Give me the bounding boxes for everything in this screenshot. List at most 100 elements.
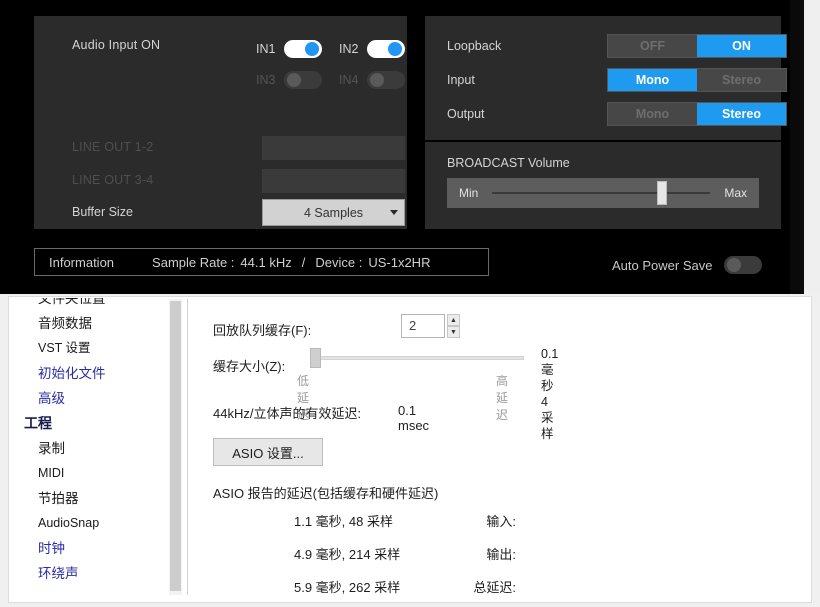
chevron-down-icon[interactable] [386,202,402,223]
sidebar-item-6[interactable]: 录制 [10,436,168,461]
output-mono-button[interactable]: Mono [608,103,697,125]
buffer-size-thumb[interactable] [310,348,321,368]
preferences-content: 回放队列缓存(F): 2 ▲ ▼ 缓存大小(Z): 低延迟 高延迟 0.1 毫秒… [191,298,810,601]
output-stereo-button[interactable]: Stereo [697,103,786,125]
input-toggle-in2[interactable]: IN2 [339,40,405,58]
loopback-off-button[interactable]: OFF [608,35,697,57]
input-output-panel: Audio Input ON IN1 IN2 IN3 IN4 LINE OUT … [34,16,407,229]
sidebar-item-9[interactable]: AudioSnap [10,511,168,536]
sidebar-item-0[interactable]: 文件夹位置 [10,298,168,311]
sidebar-item-8[interactable]: 节拍器 [10,486,168,511]
input-toggle-in1[interactable]: IN1 [256,40,322,58]
input-mono-button[interactable]: Mono [608,69,697,91]
line-out-1-2-label: LINE OUT 1-2 [72,140,154,154]
auto-power-save-row[interactable]: Auto Power Save [612,256,763,274]
audio-input-on-label: Audio Input ON [72,38,161,52]
line-out-3-4-label: LINE OUT 3-4 [72,173,154,187]
broadcast-volume-thumb[interactable] [657,181,668,205]
preferences-sidebar[interactable]: 文件夹位置 音频数据 VST 设置 初始化文件 高级工程录制 MIDI 节拍器 AudioSn… [10,298,168,596]
mixer-right-edge [790,0,804,294]
loopback-on-button[interactable]: ON [697,35,786,57]
asio-report-total-label: 总延迟: [473,580,516,595]
buffer-size-track[interactable] [319,356,524,360]
asio-report-total-value: 5.9 毫秒, 262 采样 [294,580,401,595]
output-mode-label: Output [447,107,485,121]
loopback-row: Loopback OFF ON [447,34,787,60]
asio-report-header: ASIO 报告的延迟(包括缓存和硬件延迟) [213,486,439,501]
asio-report-output-label: 输出: [486,547,516,562]
screenshot-root: Audio Input ON IN1 IN2 IN3 IN4 LINE OUT … [0,0,820,607]
input-mode-segmented-control[interactable]: Mono Stereo [607,68,787,92]
sidebar-item-1[interactable]: 音频数据 [10,311,168,336]
buffer-size-row: 缓存大小(Z): 低延迟 高延迟 0.1 毫秒 4 采样 [213,347,558,441]
buffer-size-value: 4 Samples [303,205,364,220]
device-value: US-1x2HR [368,254,431,270]
input-toggle-in2-switch[interactable] [367,40,405,58]
effective-latency-label: 44kHz/立体声的有效延迟: [213,406,362,421]
information-label: Information [49,254,115,270]
asio-settings-button[interactable]: ASIO 设置... [213,438,323,466]
asio-report-input-value: 1.1 毫秒, 48 采样 [294,514,393,529]
sidebar-item-11[interactable]: 环绕声 [10,561,168,586]
latency-high-label: 高延迟 [496,374,509,422]
buffer-samples-value: 4 采样 [541,395,554,441]
sidebar-item-10[interactable]: 时钟 [10,536,168,561]
input-stereo-button[interactable]: Stereo [697,69,786,91]
buffer-size-select[interactable]: 4 Samples [262,199,405,226]
input-toggle-in1-switch[interactable] [284,40,322,58]
information-bar: Information Sample Rate : 44.1 kHz / Dev… [34,248,489,276]
sample-rate-label: Sample Rate : [152,254,235,270]
sidebar-item-7[interactable]: MIDI [10,461,168,486]
effective-latency-row: 44kHz/立体声的有效延迟: 0.1 msec [213,403,429,433]
broadcast-volume-track[interactable] [492,181,711,205]
buffer-size-label: Buffer Size [72,205,133,219]
sample-rate-value: 44.1 kHz [240,254,292,270]
stepper-up-icon[interactable]: ▲ [447,314,460,326]
sidebar-item-5: 工程 [24,415,52,431]
input-toggle-in3[interactable]: IN3 [256,71,322,89]
preferences-sidebar-list: 文件夹位置 音频数据 VST 设置 初始化文件 高级工程录制 MIDI 节拍器 AudioSn… [10,298,168,586]
routing-panel: Loopback OFF ON Input Mono Stereo Output [425,16,787,140]
effective-latency-value: 0.1 msec [398,403,430,433]
mixer-frame: Audio Input ON IN1 IN2 IN3 IN4 LINE OUT … [12,8,802,290]
sidebar-scrollbar-thumb[interactable] [170,301,181,591]
broadcast-volume-title: BROADCAST Volume [447,156,570,170]
output-mode-segmented-control[interactable]: Mono Stereo [607,102,787,126]
stepper-down-icon[interactable]: ▼ [447,326,460,338]
asio-report-input-label: 输入: [486,514,516,529]
playback-queue-stepper[interactable]: ▲ ▼ [447,314,460,338]
preferences-body: 文件夹位置 音频数据 VST 设置 初始化文件 高级工程录制 MIDI 节拍器 AudioSn… [8,296,812,603]
input-toggle-in3-label: IN3 [256,73,276,87]
playback-queue-row: 回放队列缓存(F): 2 ▲ ▼ [213,314,460,339]
line-out-3-4-meter [262,169,405,193]
buffer-msec-value: 0.1 毫秒 [541,347,559,393]
broadcast-volume-panel: BROADCAST Volume Min Max [425,142,781,229]
input-toggle-in4-switch[interactable] [367,71,405,89]
asio-report-output-value: 4.9 毫秒, 214 采样 [294,547,401,562]
buffer-readout: 0.1 毫秒 4 采样 [541,346,558,442]
sidebar-scrollbar[interactable] [169,299,182,595]
loopback-segmented-control[interactable]: OFF ON [607,34,787,58]
line-out-1-2-meter [262,136,405,160]
auto-power-save-label: Auto Power Save [612,257,713,273]
buffer-size-slider[interactable] [309,348,524,368]
input-toggle-in2-label: IN2 [339,42,359,56]
input-toggle-in4[interactable]: IN4 [339,71,405,89]
playback-queue-input[interactable]: 2 [401,314,445,338]
input-toggle-in3-switch[interactable] [284,71,322,89]
broadcast-min-label: Min [459,186,479,200]
input-toggle-in4-label: IN4 [339,73,359,87]
sidebar-item-4[interactable]: 高级 [10,386,168,411]
input-mode-label: Input [447,73,475,87]
sidebar-item-2[interactable]: VST 设置 [10,336,168,361]
device-label: Device : [315,254,363,270]
page-right-gutter [804,0,820,294]
sidebar-divider [187,299,188,595]
broadcast-volume-slider[interactable]: Min Max [447,178,759,208]
information-separator: / [301,254,306,270]
sidebar-item-3[interactable]: 初始化文件 [10,361,168,386]
auto-power-save-switch[interactable] [724,256,763,274]
loopback-label: Loopback [447,39,502,53]
input-mode-row: Input Mono Stereo [447,68,787,94]
buffer-size-label: 缓存大小(Z): [213,359,286,374]
